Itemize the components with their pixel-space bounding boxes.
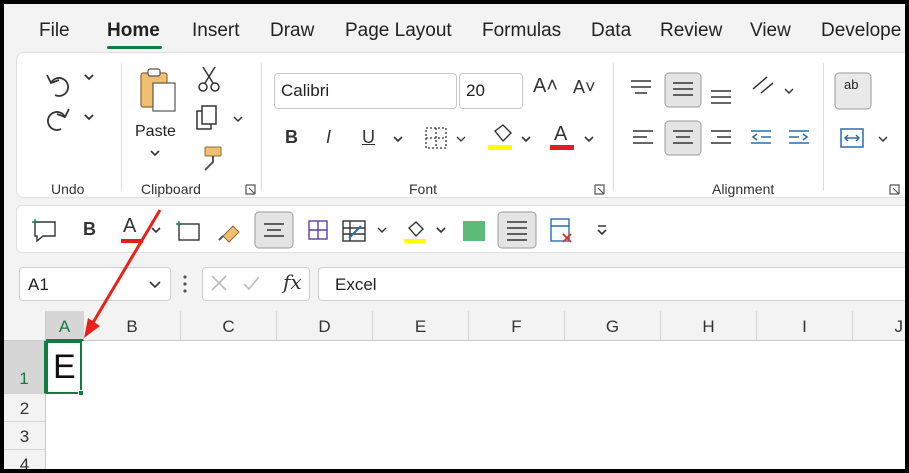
row-header-4[interactable]: 4 bbox=[4, 450, 46, 469]
column-header-g[interactable]: G bbox=[565, 311, 661, 341]
font-color-chevron-icon bbox=[584, 136, 594, 143]
align-right-icon[interactable] bbox=[711, 130, 731, 144]
fill-color-icon[interactable] bbox=[488, 124, 531, 150]
more-options-icon bbox=[183, 275, 187, 293]
bold-button[interactable]: B bbox=[285, 127, 298, 148]
column-header-e[interactable]: E bbox=[373, 311, 469, 341]
format-painter-icon[interactable] bbox=[218, 225, 240, 243]
tab-draw[interactable]: Draw bbox=[270, 20, 314, 42]
tab-home[interactable]: Home bbox=[107, 20, 160, 42]
row-header-3[interactable]: 3 bbox=[4, 422, 46, 450]
font-color-chevron-icon bbox=[151, 227, 161, 234]
row-header-1[interactable]: 1 bbox=[4, 341, 46, 394]
ribbon-tabs: File Home Insert Draw Page Layout Formul… bbox=[4, 4, 905, 50]
excel-window: File Home Insert Draw Page Layout Formul… bbox=[4, 4, 905, 469]
active-tab-indicator bbox=[107, 46, 162, 49]
wrap-text-glyph: ab bbox=[844, 77, 859, 92]
column-header-c[interactable]: C bbox=[181, 311, 277, 341]
overflow-chevron-icon[interactable] bbox=[597, 225, 607, 236]
grow-font-button[interactable]: A˄ bbox=[533, 75, 558, 98]
column-header-h[interactable]: H bbox=[661, 311, 757, 341]
font-name-select[interactable]: Calibri bbox=[274, 73, 457, 109]
align-bottom-icon[interactable] bbox=[711, 90, 731, 104]
fill-handle[interactable] bbox=[78, 390, 84, 396]
group-label-clipboard: Clipboard bbox=[141, 181, 201, 197]
insert-function-button[interactable]: fx bbox=[283, 270, 302, 294]
column-header-j[interactable]: J bbox=[853, 311, 905, 341]
align-center-selected[interactable] bbox=[664, 120, 702, 156]
active-cell-a1[interactable]: E bbox=[46, 341, 82, 394]
column-header-i[interactable]: I bbox=[757, 311, 853, 341]
paste-label[interactable]: Paste bbox=[135, 123, 176, 141]
group-label-alignment: Alignment bbox=[712, 181, 775, 197]
new-comment-icon[interactable] bbox=[32, 219, 56, 243]
tab-page-layout[interactable]: Page Layout bbox=[345, 20, 452, 42]
undo-icon[interactable] bbox=[46, 74, 94, 97]
format-as-table-icon[interactable] bbox=[342, 220, 387, 242]
group-separator bbox=[261, 63, 262, 191]
increase-indent-icon[interactable] bbox=[789, 130, 809, 144]
italic-button[interactable]: I bbox=[326, 127, 331, 148]
row-header-2[interactable]: 2 bbox=[4, 394, 46, 422]
align-middle-selected[interactable] bbox=[664, 72, 702, 108]
cell-styles-icon[interactable] bbox=[308, 220, 328, 240]
font-size-select[interactable]: 20 bbox=[459, 73, 523, 109]
merge-center-icon[interactable] bbox=[840, 128, 888, 148]
format-painter-icon[interactable] bbox=[204, 146, 222, 171]
column-header-f[interactable]: F bbox=[469, 311, 565, 341]
borders-icon[interactable] bbox=[425, 127, 466, 149]
fill-green-swatch[interactable] bbox=[463, 221, 485, 241]
tab-developer[interactable]: Develope bbox=[821, 20, 901, 42]
underline-chevron-icon bbox=[393, 136, 403, 143]
column-header-a[interactable]: A bbox=[46, 311, 84, 341]
ribbon-home: Paste Calibri 20 A˄ A˅ B I U A ab Undo C… bbox=[16, 52, 905, 198]
align-top-icon[interactable] bbox=[631, 80, 651, 94]
insert-cells-icon[interactable] bbox=[176, 221, 200, 241]
redo-icon[interactable] bbox=[47, 108, 94, 131]
chevron-down-icon[interactable] bbox=[150, 150, 160, 157]
select-all-corner[interactable] bbox=[4, 311, 46, 341]
cut-icon[interactable] bbox=[198, 66, 220, 92]
group-separator bbox=[121, 63, 122, 191]
group-separator bbox=[823, 63, 824, 191]
tab-review[interactable]: Review bbox=[660, 20, 722, 42]
worksheet-grid: A B C D E F G H I J 1 2 3 4 E bbox=[4, 311, 905, 469]
dialog-launcher-icon[interactable] bbox=[594, 184, 605, 195]
tab-insert[interactable]: Insert bbox=[192, 20, 240, 42]
tab-formulas[interactable]: Formulas bbox=[482, 20, 561, 42]
tab-data[interactable]: Data bbox=[591, 20, 631, 42]
fill-color-icon[interactable] bbox=[404, 221, 446, 243]
shrink-font-button[interactable]: A˅ bbox=[573, 77, 596, 98]
underline-button[interactable]: U bbox=[362, 127, 375, 148]
clear-format-icon[interactable] bbox=[550, 218, 572, 243]
paste-icon[interactable] bbox=[140, 68, 176, 112]
group-label-undo: Undo bbox=[51, 181, 85, 197]
align-left-icon[interactable] bbox=[633, 130, 653, 144]
dialog-launcher-icon[interactable] bbox=[889, 184, 900, 195]
tab-file[interactable]: File bbox=[39, 20, 70, 42]
formula-input[interactable]: Excel bbox=[318, 267, 905, 301]
font-color-button[interactable]: A bbox=[554, 123, 567, 146]
tab-view[interactable]: View bbox=[750, 20, 791, 42]
orientation-icon[interactable] bbox=[752, 76, 794, 95]
column-header-d[interactable]: D bbox=[277, 311, 373, 341]
group-separator bbox=[613, 63, 614, 191]
copy-icon[interactable] bbox=[196, 105, 243, 130]
name-box[interactable]: A1 bbox=[19, 267, 171, 301]
dialog-launcher-icon[interactable] bbox=[245, 184, 256, 195]
mini-wrap-selected[interactable] bbox=[497, 211, 537, 249]
mini-font-color-button[interactable]: A bbox=[123, 215, 136, 238]
decrease-indent-icon[interactable] bbox=[751, 130, 771, 144]
group-label-font: Font bbox=[409, 181, 438, 197]
mini-bold-button[interactable]: B bbox=[83, 219, 96, 240]
mini-font-color-bar bbox=[121, 239, 143, 243]
quick-toolbar: B A bbox=[16, 205, 905, 253]
column-header-b[interactable]: B bbox=[84, 311, 181, 341]
